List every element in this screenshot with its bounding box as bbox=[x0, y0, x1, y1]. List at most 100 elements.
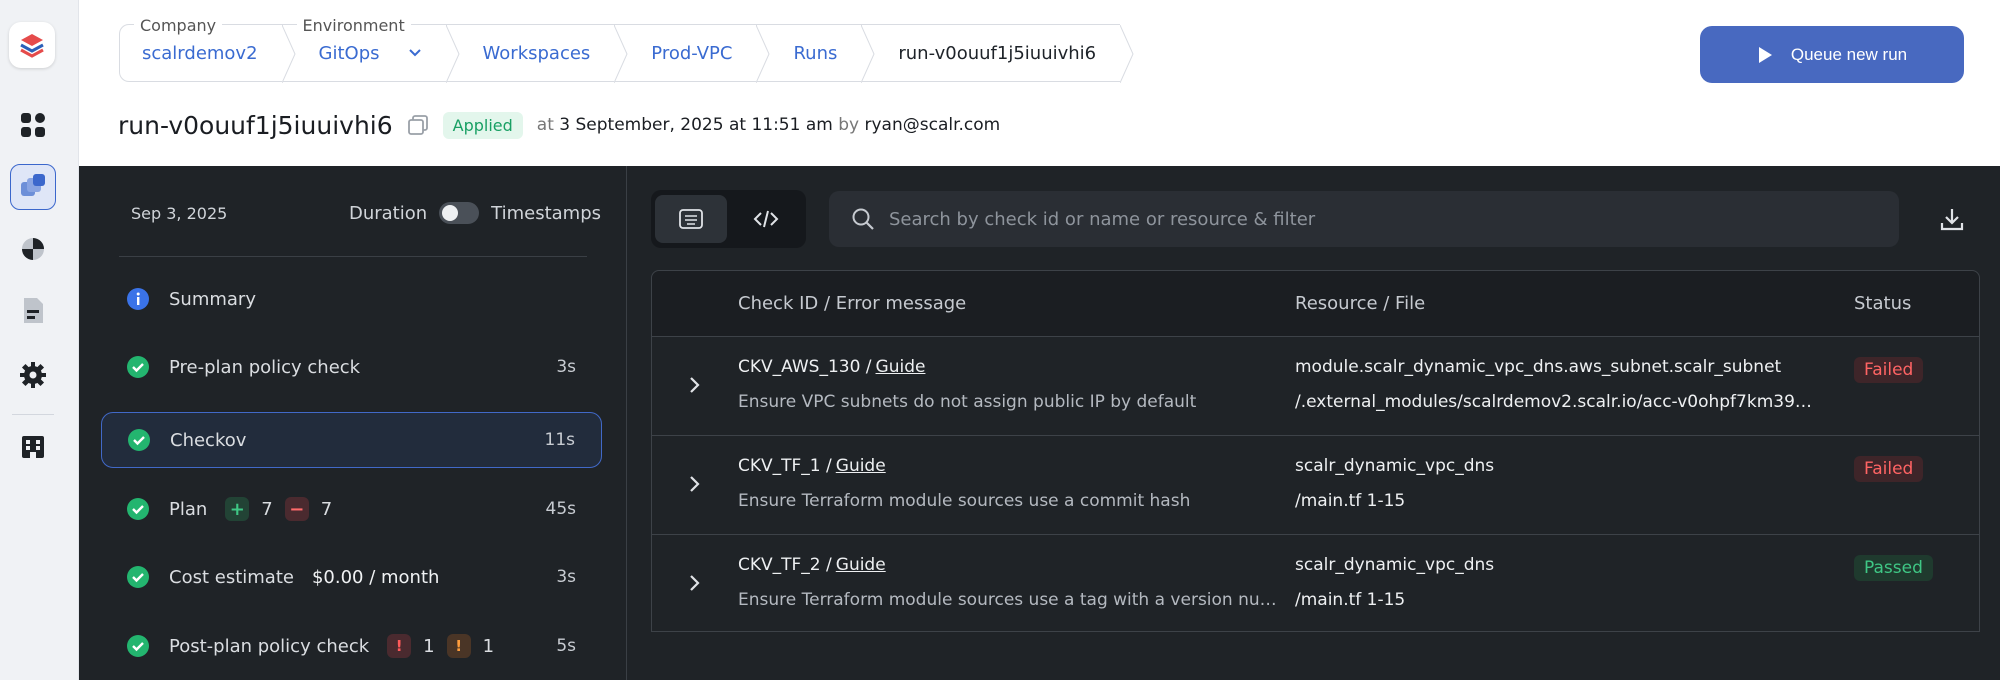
code-icon bbox=[753, 210, 779, 228]
step-label: Pre-plan policy check bbox=[169, 356, 361, 378]
reports-icon[interactable] bbox=[10, 226, 56, 272]
step-duration: 45s bbox=[545, 499, 577, 519]
step-cost-estimate[interactable]: Cost estimate $0.00 / month 3s bbox=[101, 549, 602, 605]
file-path: /.external_modules/scalrdemov2.scalr.io/… bbox=[1295, 392, 1815, 412]
col-resource-header: Resource / File bbox=[1295, 293, 1426, 314]
col-status-header: Status bbox=[1854, 293, 1912, 314]
table-row[interactable]: CKV_TF_1 /Guide Ensure Terraform module … bbox=[652, 436, 1979, 535]
table-row[interactable]: CKV_AWS_130 /Guide Ensure VPC subnets do… bbox=[652, 337, 1979, 436]
dashboard-icon[interactable] bbox=[10, 102, 56, 148]
chevron-right-icon[interactable] bbox=[682, 571, 706, 595]
workspaces-link[interactable]: Workspaces bbox=[483, 43, 591, 64]
resource-name: scalr_dynamic_vpc_dns bbox=[1295, 456, 1495, 476]
building-icon[interactable] bbox=[10, 424, 56, 470]
status-badge: Failed bbox=[1854, 357, 1924, 383]
run-date: 3 September, 2025 at 11:51 am bbox=[559, 115, 833, 135]
by-label: by bbox=[838, 115, 860, 135]
step-duration: 3s bbox=[556, 567, 576, 587]
page-title: run-v0ouuf1j5iuuivhi6 bbox=[118, 110, 393, 140]
search-input[interactable] bbox=[889, 208, 1899, 230]
table-row[interactable]: CKV_TF_2 /Guide Ensure Terraform module … bbox=[652, 535, 1979, 634]
step-summary[interactable]: Summary bbox=[101, 271, 602, 327]
step-duration: 5s bbox=[556, 636, 576, 656]
breadcrumb-run: run-v0ouuf1j5iuuivhi6 bbox=[861, 24, 1134, 83]
run-user: ryan@scalr.com bbox=[864, 115, 1001, 135]
settings-icon[interactable] bbox=[10, 352, 56, 398]
duration-label: Duration bbox=[348, 202, 428, 224]
table-header: Check ID / Error message Resource / File… bbox=[652, 271, 1979, 337]
guide-link[interactable]: Guide bbox=[836, 555, 886, 575]
checks-table: Check ID / Error message Resource / File… bbox=[651, 270, 1980, 632]
step-label: Summary bbox=[169, 288, 256, 310]
chevron-down-icon[interactable] bbox=[408, 48, 422, 58]
breadcrumb-environment[interactable]: Environment GitOps bbox=[281, 16, 460, 83]
col-check-header: Check ID / Error message bbox=[738, 293, 967, 314]
step-label: Post-plan policy check bbox=[169, 635, 370, 657]
rail-divider bbox=[12, 414, 54, 415]
company-link[interactable]: scalrdemov2 bbox=[142, 43, 258, 64]
guide-link[interactable]: Guide bbox=[876, 357, 926, 377]
warning-alert-icon: ! bbox=[446, 634, 471, 658]
check-id: CKV_TF_1 /Guide bbox=[738, 456, 886, 476]
error-message: Ensure VPC subnets do not assign public … bbox=[738, 392, 1197, 412]
step-post-plan-policy-check[interactable]: Post-plan policy check ! 1 ! 1 5s bbox=[101, 618, 602, 674]
table-view-button[interactable] bbox=[655, 195, 727, 243]
check-id-text: CKV_TF_2 / bbox=[738, 555, 832, 575]
error-message: Ensure Terraform module sources use a co… bbox=[738, 491, 1191, 511]
step-duration: 3s bbox=[556, 357, 576, 377]
breadcrumb-workspaces[interactable]: Workspaces bbox=[445, 24, 628, 83]
check-id: CKV_AWS_130 /Guide bbox=[738, 357, 925, 377]
timestamps-label: Timestamps bbox=[491, 202, 601, 224]
guide-link[interactable]: Guide bbox=[836, 456, 886, 476]
check-circle-icon bbox=[127, 498, 149, 520]
status-badge: Applied bbox=[442, 111, 523, 139]
steps-divider bbox=[119, 256, 587, 257]
keyboard-view-icon bbox=[678, 209, 703, 229]
check-circle-icon bbox=[127, 566, 149, 588]
code-view-button[interactable] bbox=[731, 195, 803, 243]
step-label: Checkov bbox=[170, 429, 247, 451]
workspace-link[interactable]: Prod-VPC bbox=[651, 43, 732, 64]
breadcrumb-company[interactable]: Company scalrdemov2 bbox=[119, 16, 296, 83]
destroy-count: 7 bbox=[320, 498, 333, 520]
download-button[interactable] bbox=[1933, 200, 1971, 238]
step-plan[interactable]: Plan + 7 − 7 45s bbox=[101, 481, 602, 537]
run-day: Sep 3, 2025 bbox=[131, 203, 228, 223]
steps-pane: Sep 3, 2025 Duration Timestamps Summary … bbox=[79, 166, 627, 680]
scalr-logo-icon[interactable] bbox=[9, 22, 55, 68]
breadcrumb-workspace[interactable]: Prod-VPC bbox=[614, 24, 771, 83]
queue-button-label: Queue new run bbox=[1790, 44, 1908, 64]
step-duration: 11s bbox=[544, 430, 576, 450]
breadcrumb-runs[interactable]: Runs bbox=[756, 24, 875, 83]
check-circle-icon bbox=[128, 429, 150, 451]
documents-icon[interactable] bbox=[10, 288, 56, 334]
workspaces-icon[interactable] bbox=[10, 164, 56, 210]
run-crumb-text: run-v0ouuf1j5iuuivhi6 bbox=[898, 42, 1097, 64]
file-path: /main.tf 1-15 bbox=[1295, 491, 1406, 511]
error-message: Ensure Terraform module sources use a ta… bbox=[738, 590, 1278, 610]
step-checkov[interactable]: Checkov 11s bbox=[101, 412, 602, 468]
queue-new-run-button[interactable]: Queue new run bbox=[1700, 26, 1964, 83]
download-icon bbox=[1940, 209, 1964, 231]
add-count-icon: + bbox=[225, 497, 250, 521]
left-rail bbox=[0, 0, 79, 680]
environment-link[interactable]: GitOps bbox=[319, 43, 380, 64]
chevron-right-icon[interactable] bbox=[682, 373, 706, 397]
check-id-text: CKV_AWS_130 / bbox=[738, 357, 872, 377]
steps-header: Sep 3, 2025 Duration Timestamps bbox=[131, 202, 601, 224]
chevron-right-icon[interactable] bbox=[682, 472, 706, 496]
cost-value: $0.00 / month bbox=[311, 566, 440, 588]
run-meta: at 3 September, 2025 at 11:51 am by ryan… bbox=[537, 115, 1000, 135]
copy-icon[interactable] bbox=[407, 114, 429, 136]
at-label: at bbox=[536, 115, 554, 135]
runs-link[interactable]: Runs bbox=[793, 43, 837, 64]
resource-name: scalr_dynamic_vpc_dns bbox=[1295, 555, 1495, 575]
breadcrumb: Company scalrdemov2 Environment GitOps W… bbox=[119, 16, 1134, 83]
check-circle-icon bbox=[127, 356, 149, 378]
step-pre-plan-policy-check[interactable]: Pre-plan policy check 3s bbox=[101, 339, 602, 395]
view-mode-toggle bbox=[651, 190, 806, 248]
check-circle-icon bbox=[127, 635, 149, 657]
check-id: CKV_TF_2 /Guide bbox=[738, 555, 886, 575]
check-id-text: CKV_TF_1 / bbox=[738, 456, 832, 476]
timestamps-toggle[interactable] bbox=[439, 202, 480, 224]
